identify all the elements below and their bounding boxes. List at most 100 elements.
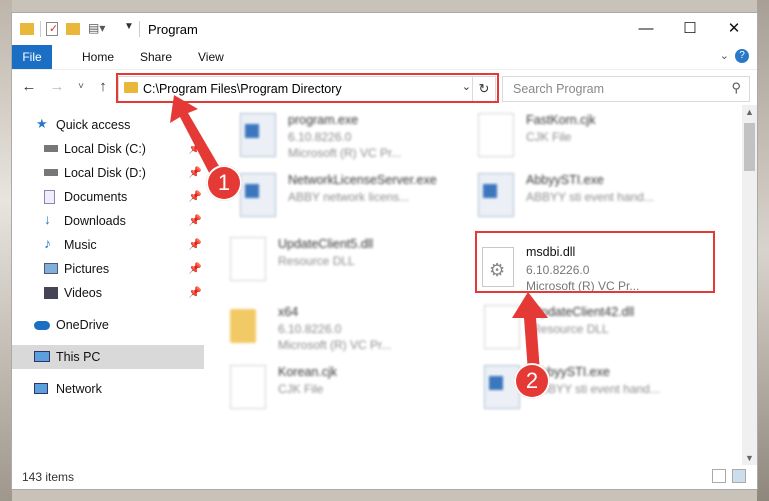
help-icon[interactable]: ?: [735, 49, 749, 63]
sidebar-item-label: This PC: [56, 350, 101, 364]
desktop-background-left: [0, 0, 12, 501]
tab-home[interactable]: Home: [74, 45, 122, 69]
documents-icon: [44, 190, 55, 204]
expand-ribbon-icon[interactable]: ⌄: [720, 49, 729, 62]
sidebar-item-quick-access[interactable]: ★ Quick access: [12, 113, 204, 137]
pin-icon[interactable]: 📌: [188, 142, 202, 155]
pin-icon[interactable]: 📌: [188, 262, 202, 275]
sidebar-item-documents[interactable]: Documents 📌: [12, 185, 204, 209]
navigation-pane: ★ Quick access Local Disk (C:) 📌 Local D…: [12, 105, 204, 465]
sidebar-item-label: OneDrive: [56, 318, 109, 332]
file-detail: CJK File: [278, 382, 324, 396]
scroll-down-icon[interactable]: ▼: [745, 453, 754, 463]
download-icon: ↓: [44, 211, 51, 227]
sidebar-item-local-disk-d[interactable]: Local Disk (D:) 📌: [12, 161, 204, 185]
sidebar-item-label: Downloads: [64, 214, 126, 228]
forward-arrow-icon[interactable]: →: [48, 78, 66, 96]
file-detail: ABBYY sti event hand...: [526, 190, 654, 204]
sidebar-item-local-disk-c[interactable]: Local Disk (C:) 📌: [12, 137, 204, 161]
sidebar-item-network[interactable]: Network: [12, 377, 204, 401]
folder-icon: [230, 309, 256, 343]
step-badge-1: 1: [206, 165, 242, 201]
tab-share[interactable]: Share: [132, 45, 180, 69]
exe-file-icon: [240, 113, 276, 157]
quick-access-dropdown-icon[interactable]: ▼: [124, 21, 134, 32]
file-item[interactable]: x64 6.10.8226.0 Microsoft (R) VC Pr...: [230, 301, 460, 357]
file-name: AbbyySTI.exe: [526, 173, 604, 187]
vertical-scrollbar[interactable]: ▲ ▼: [742, 105, 757, 465]
pin-icon[interactable]: 📌: [188, 214, 202, 227]
sidebar-item-label: Network: [56, 382, 102, 396]
tab-file[interactable]: File: [12, 45, 52, 69]
file-item[interactable]: UpdateClient5.dll Resource DLL: [230, 233, 460, 289]
sidebar-item-videos[interactable]: Videos 📌: [12, 281, 204, 305]
new-folder-icon[interactable]: [66, 23, 80, 35]
close-button[interactable]: ✕: [711, 13, 757, 45]
sidebar-item-label: Documents: [64, 190, 128, 204]
file-item[interactable]: NetworkLicenseServer.exe ABBY network li…: [240, 169, 470, 225]
sidebar-item-label: Quick access: [56, 118, 131, 132]
computer-icon: [34, 351, 50, 362]
file-item[interactable]: FastKorn.cjk CJK File: [478, 109, 708, 165]
properties-icon[interactable]: ✓: [46, 22, 58, 36]
customize-toolbar-icon[interactable]: ▤▾: [88, 21, 105, 35]
file-name: x64: [278, 305, 299, 319]
network-icon: [34, 383, 48, 394]
music-icon: ♪: [44, 235, 51, 251]
file-item[interactable]: UpdateClient42.dll Resource DLL: [484, 301, 714, 357]
file-item[interactable]: program.exe 6.10.8226.0 Microsoft (R) VC…: [240, 109, 470, 165]
pin-icon[interactable]: 📌: [188, 238, 202, 251]
sidebar-item-onedrive[interactable]: OneDrive: [12, 313, 204, 337]
back-arrow-icon[interactable]: ←: [20, 78, 38, 96]
file-detail: Microsoft (R) VC Pr...: [288, 146, 402, 160]
drive-icon: [44, 145, 58, 152]
separator: [40, 21, 41, 37]
file-detail: CJK File: [526, 130, 572, 144]
scroll-thumb[interactable]: [744, 123, 755, 171]
folder-icon: [20, 23, 34, 35]
scroll-up-icon[interactable]: ▲: [745, 107, 754, 117]
sidebar-item-pictures[interactable]: Pictures 📌: [12, 257, 204, 281]
pin-icon[interactable]: 📌: [188, 286, 202, 299]
desktop-background-right: [757, 0, 769, 501]
file-detail: Resource DLL: [278, 254, 355, 268]
file-item[interactable]: AbbyySTI.exe ABBYY sti event hand...: [478, 169, 708, 225]
sidebar-item-this-pc[interactable]: This PC: [12, 345, 204, 369]
sidebar-item-downloads[interactable]: ↓ Downloads 📌: [12, 209, 204, 233]
recent-locations-icon[interactable]: ˅: [72, 78, 90, 96]
up-arrow-icon[interactable]: ↑: [94, 78, 112, 96]
ribbon-tabs: File Home Share View ⌄ ?: [12, 45, 757, 69]
large-icons-view-icon[interactable]: [732, 469, 746, 483]
title-bar: ✓ ▤▾ ▼ Program — ☐ ✕: [12, 13, 757, 45]
file-detail: 6.10.8226.0: [288, 130, 352, 144]
sidebar-item-label: Local Disk (D:): [64, 166, 146, 180]
search-box[interactable]: Search Program ⚲: [502, 76, 750, 102]
star-icon: ★: [36, 116, 48, 131]
file-detail: Resource DLL: [532, 322, 609, 336]
details-view-icon[interactable]: [712, 469, 726, 483]
pin-icon[interactable]: 📌: [188, 190, 202, 203]
file-name: Korean.cjk: [278, 365, 338, 379]
document-file-icon: [478, 113, 514, 157]
drive-icon: [44, 169, 58, 176]
step-badge-2: 2: [514, 363, 550, 399]
pin-icon[interactable]: 📌: [188, 166, 202, 179]
tab-view[interactable]: View: [190, 45, 232, 69]
file-highlight-box: [475, 231, 715, 293]
search-icon[interactable]: ⚲: [731, 80, 741, 96]
pictures-icon: [44, 263, 58, 274]
separator: [139, 21, 140, 37]
file-item[interactable]: Korean.cjk CJK File: [230, 361, 460, 417]
sidebar-item-music[interactable]: ♪ Music 📌: [12, 233, 204, 257]
search-placeholder: Search Program: [513, 82, 605, 96]
dll-file-icon: [484, 305, 520, 349]
minimize-button[interactable]: —: [623, 13, 669, 45]
cloud-icon: [34, 321, 50, 330]
maximize-button[interactable]: ☐: [667, 13, 713, 45]
exe-file-icon: [240, 173, 276, 217]
item-count: 143 items: [22, 470, 75, 484]
file-name: UpdateClient5.dll: [278, 237, 374, 251]
file-name: NetworkLicenseServer.exe: [288, 173, 437, 187]
address-highlight-box: [116, 73, 499, 103]
window-title: Program: [148, 22, 198, 37]
